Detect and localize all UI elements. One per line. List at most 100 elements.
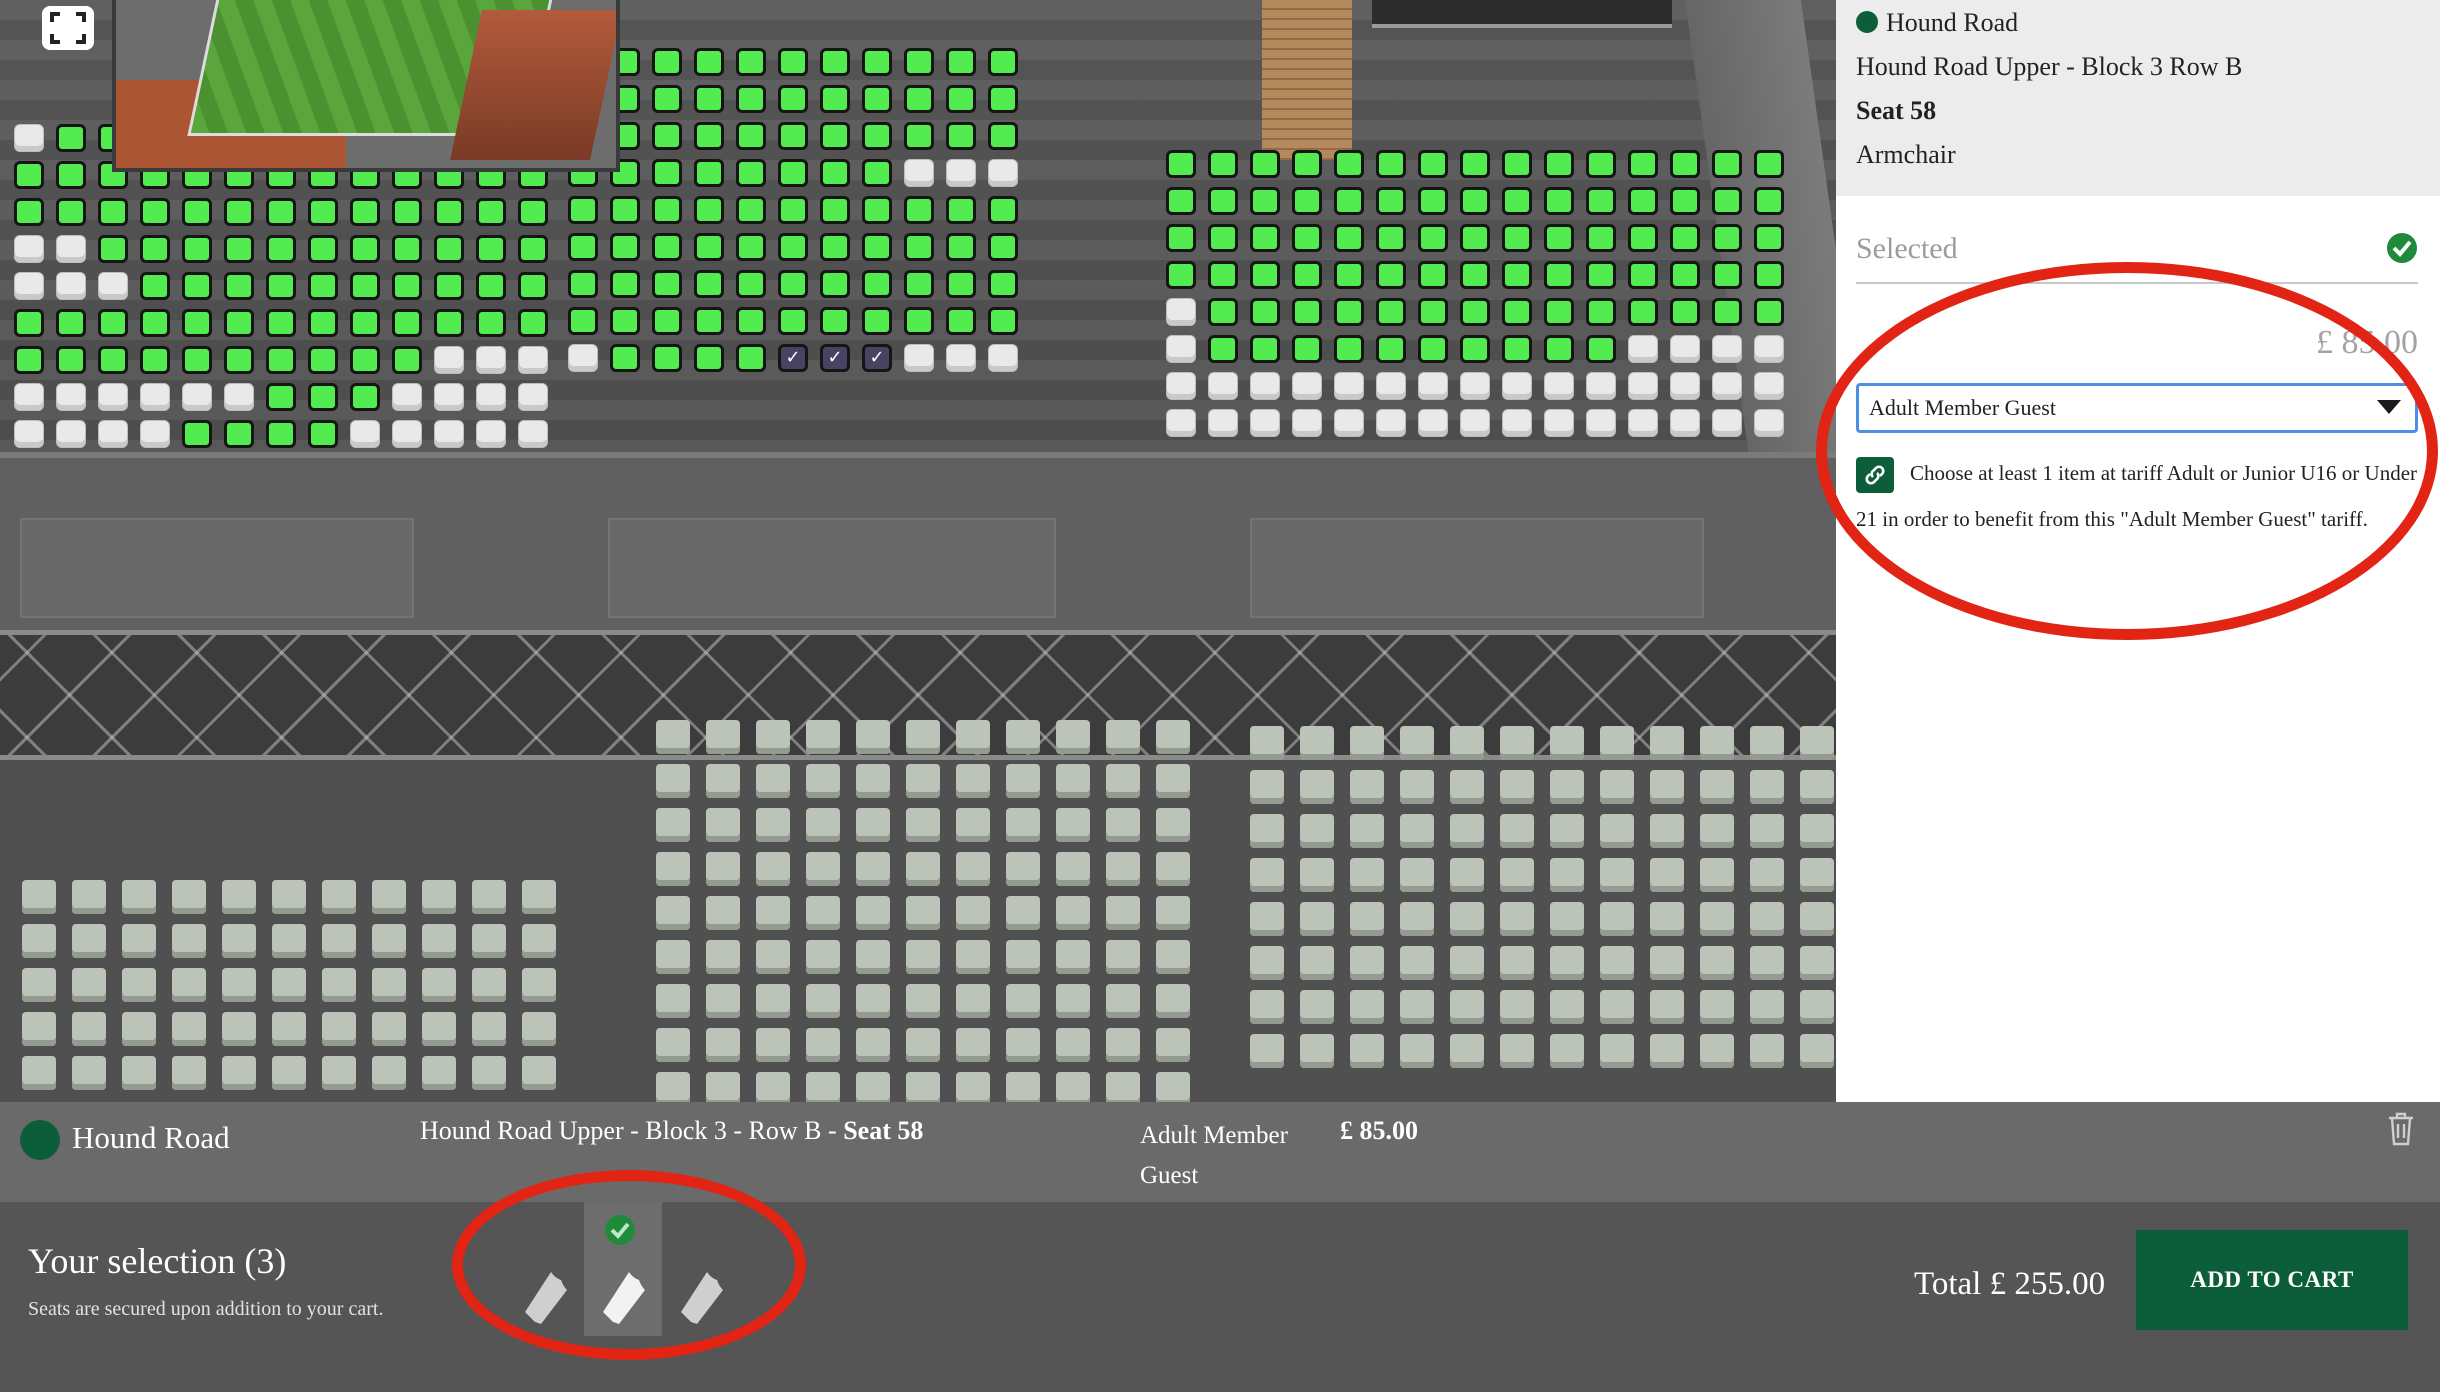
seat-available[interactable] <box>652 307 682 335</box>
seat-available[interactable] <box>182 346 212 374</box>
tariff-select[interactable]: Adult Member Guest <box>1856 383 2418 433</box>
seat-available[interactable] <box>266 272 296 300</box>
seat-available[interactable] <box>308 272 338 300</box>
seat-available[interactable] <box>1166 261 1196 289</box>
seat-available[interactable] <box>736 48 766 76</box>
seat-available[interactable] <box>1292 224 1322 252</box>
seat-available[interactable] <box>904 307 934 335</box>
seat-available[interactable] <box>392 235 422 263</box>
seat-available[interactable] <box>266 198 296 226</box>
seat-available[interactable] <box>988 196 1018 224</box>
seat-available[interactable] <box>1250 224 1280 252</box>
seat-available[interactable] <box>1376 224 1406 252</box>
seat-available[interactable] <box>1292 298 1322 326</box>
seat-available[interactable] <box>1544 150 1574 178</box>
seat-available[interactable] <box>778 48 808 76</box>
seat-available[interactable] <box>1670 261 1700 289</box>
seat-available[interactable] <box>736 196 766 224</box>
seat-available[interactable] <box>946 270 976 298</box>
seat-available[interactable] <box>392 309 422 337</box>
seat-available[interactable] <box>694 196 724 224</box>
seat-available[interactable] <box>820 85 850 113</box>
seat-available[interactable] <box>988 48 1018 76</box>
seat-available[interactable] <box>1502 187 1532 215</box>
seat-available[interactable] <box>778 307 808 335</box>
seat-available[interactable] <box>308 420 338 448</box>
seat-available[interactable] <box>56 124 86 152</box>
seat-available[interactable] <box>1502 224 1532 252</box>
seat-available[interactable] <box>1670 150 1700 178</box>
seat-available[interactable] <box>862 270 892 298</box>
seat-available[interactable] <box>224 346 254 374</box>
seat-available[interactable] <box>862 233 892 261</box>
ticket-slot-1[interactable] <box>506 1202 584 1336</box>
seat-available[interactable] <box>350 235 380 263</box>
seat-available[interactable] <box>988 122 1018 150</box>
seat-available[interactable] <box>694 159 724 187</box>
seat-available[interactable] <box>1334 298 1364 326</box>
seat-available[interactable] <box>778 196 808 224</box>
seat-available[interactable] <box>1250 187 1280 215</box>
seat-available[interactable] <box>308 346 338 374</box>
seat-available[interactable] <box>1250 298 1280 326</box>
seat-available[interactable] <box>652 344 682 372</box>
seat-available[interactable] <box>1460 224 1490 252</box>
seat-available[interactable] <box>1376 187 1406 215</box>
seat-available[interactable] <box>862 159 892 187</box>
seat-available[interactable] <box>652 48 682 76</box>
seat-available[interactable] <box>1334 261 1364 289</box>
seat-available[interactable] <box>1670 224 1700 252</box>
seat-available[interactable] <box>862 307 892 335</box>
seat-available[interactable] <box>862 122 892 150</box>
seat-available[interactable] <box>1460 261 1490 289</box>
seat-available[interactable] <box>946 122 976 150</box>
seat-available[interactable] <box>1628 261 1658 289</box>
seat-available[interactable] <box>1334 335 1364 363</box>
seat-available[interactable] <box>224 272 254 300</box>
seat-available[interactable] <box>904 196 934 224</box>
seat-available[interactable] <box>1208 335 1238 363</box>
seat-available[interactable] <box>1754 187 1784 215</box>
seat-available[interactable] <box>568 233 598 261</box>
seat-available[interactable] <box>946 233 976 261</box>
seat-available[interactable] <box>1292 150 1322 178</box>
seat-available[interactable] <box>946 48 976 76</box>
seat-available[interactable] <box>1586 335 1616 363</box>
seat-available[interactable] <box>56 309 86 337</box>
seat-available[interactable] <box>1250 261 1280 289</box>
seat-available[interactable] <box>434 272 464 300</box>
seat-available[interactable] <box>820 159 850 187</box>
seat-available[interactable] <box>1250 150 1280 178</box>
seat-available[interactable] <box>308 383 338 411</box>
seat-available[interactable] <box>904 233 934 261</box>
seat-available[interactable] <box>350 383 380 411</box>
seat-available[interactable] <box>140 198 170 226</box>
seat-available[interactable] <box>98 235 128 263</box>
seat-available[interactable] <box>182 309 212 337</box>
seat-available[interactable] <box>1754 150 1784 178</box>
seat-available[interactable] <box>736 307 766 335</box>
seat-available[interactable] <box>820 307 850 335</box>
seat-available[interactable] <box>518 198 548 226</box>
seat-available[interactable] <box>224 235 254 263</box>
seat-available[interactable] <box>1418 224 1448 252</box>
seat-selected[interactable]: ✓ <box>820 344 850 372</box>
seat-available[interactable] <box>1208 224 1238 252</box>
seat-available[interactable] <box>736 270 766 298</box>
seat-available[interactable] <box>1460 298 1490 326</box>
seat-available[interactable] <box>694 344 724 372</box>
seat-available[interactable] <box>1712 224 1742 252</box>
stadium-minimap[interactable] <box>112 0 620 172</box>
seat-available[interactable] <box>862 85 892 113</box>
seat-available[interactable] <box>1376 261 1406 289</box>
seat-available[interactable] <box>182 272 212 300</box>
seat-available[interactable] <box>98 346 128 374</box>
seat-available[interactable] <box>610 307 640 335</box>
seat-available[interactable] <box>98 309 128 337</box>
seat-available[interactable] <box>568 307 598 335</box>
seat-available[interactable] <box>476 272 506 300</box>
seat-available[interactable] <box>694 270 724 298</box>
seat-available[interactable] <box>862 196 892 224</box>
seat-available[interactable] <box>14 161 44 189</box>
seat-available[interactable] <box>266 420 296 448</box>
